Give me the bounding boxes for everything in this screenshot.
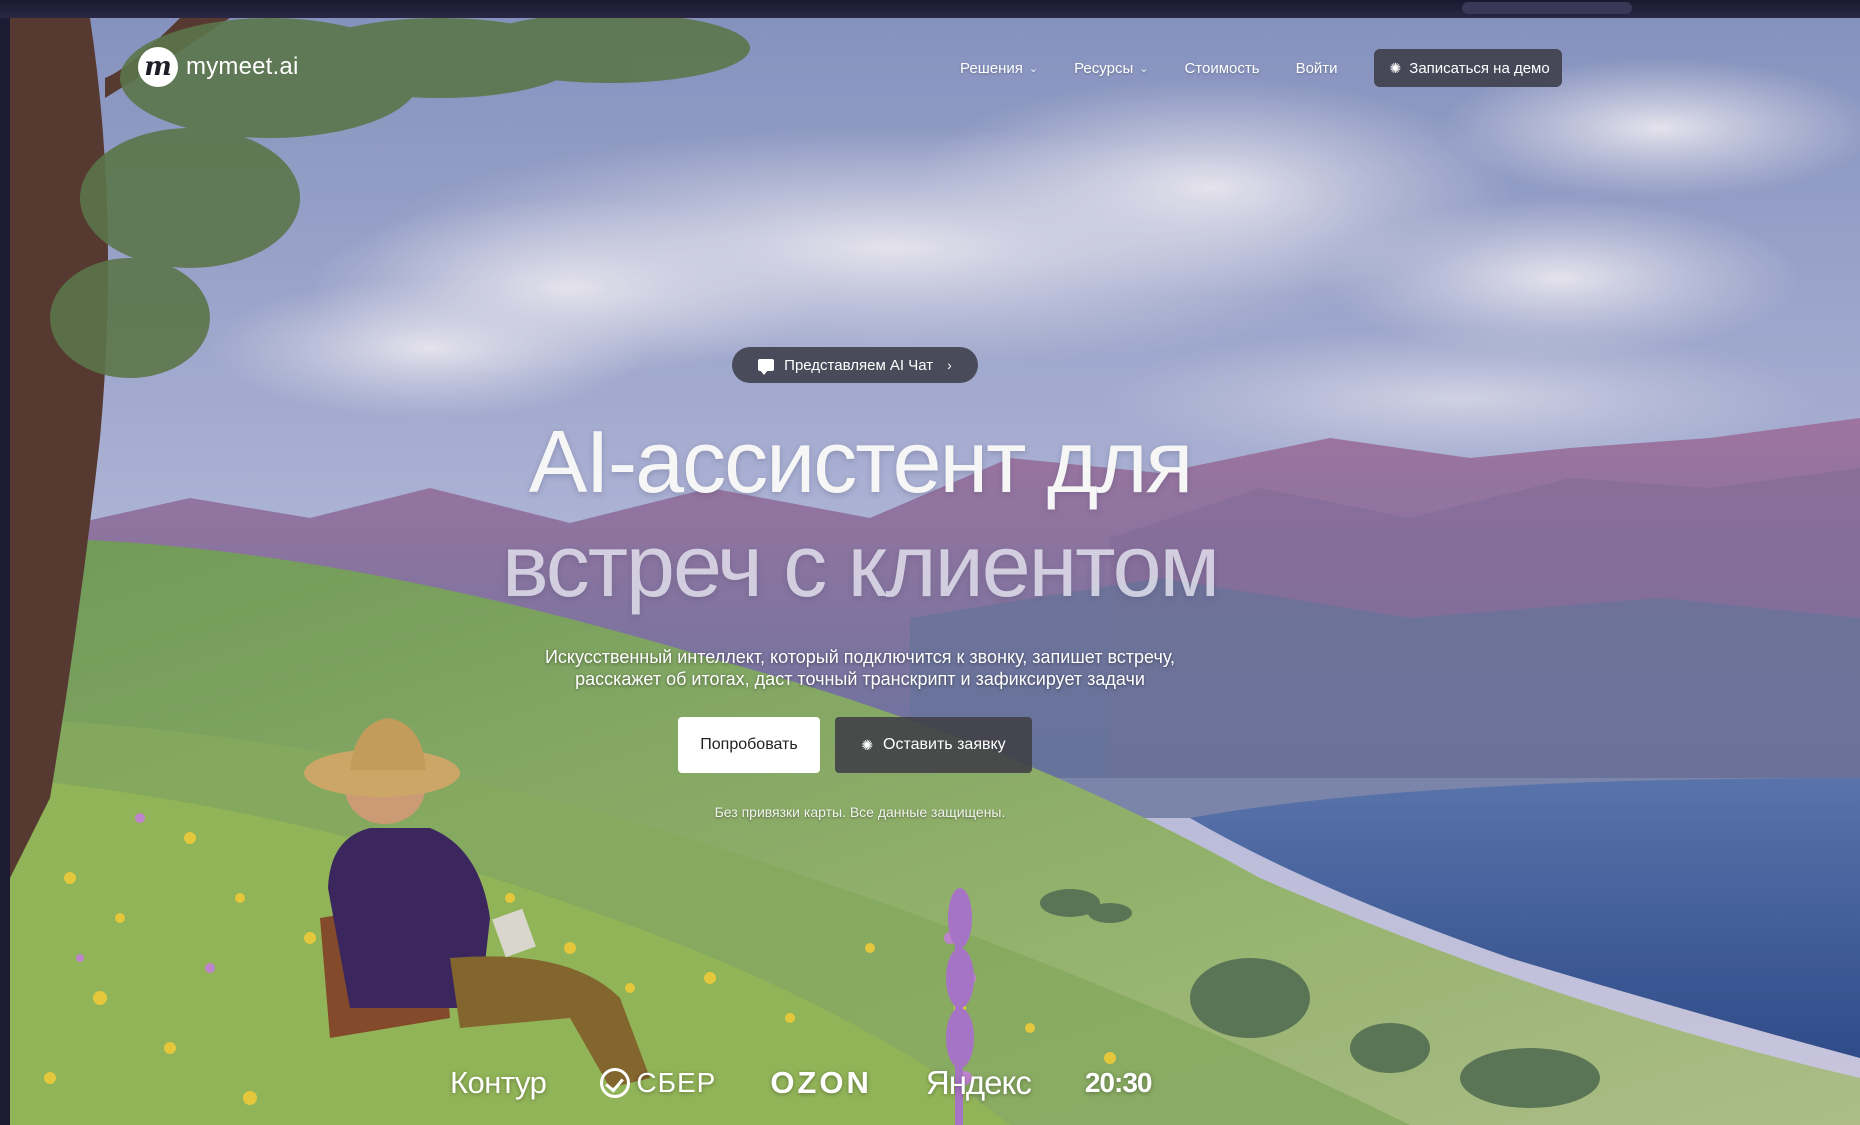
main-nav: Решения ⌄ Ресурсы ⌄ Стоимость Войти ✺ За… bbox=[960, 48, 1562, 88]
chat-bubble-icon bbox=[758, 359, 775, 375]
sber-check-icon bbox=[600, 1068, 631, 1098]
hero-title-line-2: встреч с клиентом bbox=[501, 516, 1220, 615]
client-logo-text: СБЕР bbox=[636, 1067, 717, 1098]
client-logo-2030: 20:30 bbox=[1084, 1067, 1153, 1099]
nav-item-label: Стоимость bbox=[1184, 59, 1260, 77]
client-logo-kontur: Контур bbox=[450, 1065, 547, 1101]
browser-scroll-indicator bbox=[1462, 2, 1632, 14]
sparkle-icon: ✺ bbox=[1389, 59, 1402, 76]
client-logos: Контур СБЕР OZON Яндекс 20:30 bbox=[450, 1058, 1205, 1108]
nav-item-login[interactable]: Войти bbox=[1296, 60, 1338, 77]
nav-item-resources[interactable]: Ресурсы ⌄ bbox=[1074, 60, 1148, 77]
nav-item-solutions[interactable]: Решения ⌄ bbox=[960, 60, 1038, 77]
chevron-down-icon: ⌄ bbox=[1028, 62, 1039, 75]
chevron-right-icon: › bbox=[947, 357, 952, 373]
announcement-pill[interactable]: Представляем AI Чат › bbox=[732, 347, 978, 383]
nav-item-label: Войти bbox=[1295, 59, 1338, 77]
hero-note: Без привязки карты. Все данные защищены. bbox=[714, 804, 1006, 820]
client-logo-ozon: OZON bbox=[770, 1065, 872, 1101]
logo-text: mymeet.ai bbox=[186, 53, 299, 80]
mymeet-logo-icon: m bbox=[138, 47, 178, 87]
nav-item-pricing[interactable]: Стоимость bbox=[1184, 60, 1259, 77]
client-logo-text: 20:30 bbox=[1084, 1067, 1153, 1098]
sparkle-icon: ✺ bbox=[861, 736, 874, 753]
client-logo-yandex: Яндекс bbox=[925, 1064, 1032, 1102]
nav-item-label: Решения bbox=[960, 59, 1023, 77]
browser-top-bar bbox=[0, 0, 1860, 18]
announcement-text: Представляем AI Чат bbox=[784, 356, 934, 374]
client-logo-text: Яндекс bbox=[925, 1064, 1032, 1101]
site-logo[interactable]: m mymeet.ai bbox=[138, 46, 299, 88]
hero-subtitle-line-2: расскажет об итогах, даст точный транскр… bbox=[575, 669, 1145, 689]
client-logo-sber: СБЕР bbox=[600, 1067, 716, 1099]
leave-request-label: Оставить заявку bbox=[883, 736, 1006, 753]
page-viewport: m mymeet.ai Решения ⌄ Ресурсы ⌄ Стоимост… bbox=[10, 18, 1860, 1125]
chevron-down-icon: ⌄ bbox=[1139, 62, 1149, 75]
book-demo-button[interactable]: ✺ Записаться на демо bbox=[1373, 49, 1562, 87]
book-demo-label: Записаться на демо bbox=[1409, 59, 1550, 77]
leave-request-button[interactable]: ✺ Оставить заявку bbox=[835, 717, 1032, 773]
hero-subtitle-line-1: Искусственный интеллект, который подключ… bbox=[544, 647, 1176, 667]
try-button[interactable]: Попробовать bbox=[678, 717, 820, 773]
client-logo-text: OZON bbox=[770, 1065, 872, 1100]
client-logo-text: Контур bbox=[450, 1065, 547, 1100]
hero-title-line-1: AI-ассистент для bbox=[528, 412, 1194, 511]
nav-item-label: Ресурсы bbox=[1074, 59, 1134, 77]
